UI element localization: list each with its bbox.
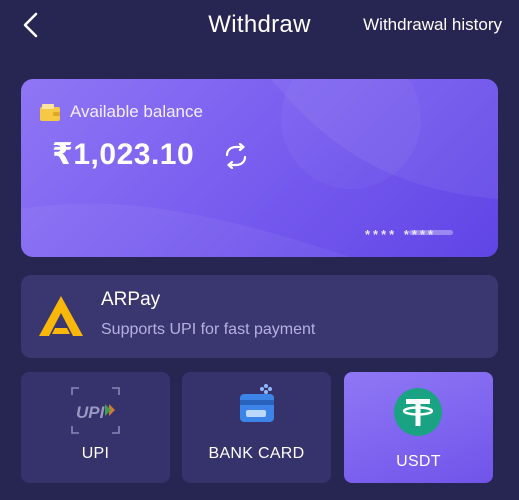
wallet-icon xyxy=(40,104,60,121)
header: Withdraw Withdrawal history xyxy=(0,0,519,52)
payment-method-arpay[interactable]: ARPay Supports UPI for fast payment xyxy=(21,275,498,358)
channel-label-usdt: USDT xyxy=(396,453,441,470)
balance-label: Available balance xyxy=(70,102,203,121)
arpay-logo-icon xyxy=(39,296,83,336)
payment-method-name: ARPay xyxy=(101,289,161,310)
withdrawal-history-link[interactable]: Withdrawal history xyxy=(363,15,502,35)
bank-card-icon xyxy=(240,384,274,422)
tether-icon xyxy=(394,388,442,436)
balance-card: Available balance ₹1,023.10 **** **** xyxy=(21,79,498,257)
masked-card-number: **** **** xyxy=(365,227,437,242)
channel-bank-card[interactable]: BANK CARD xyxy=(182,372,331,483)
refresh-icon[interactable] xyxy=(222,143,250,169)
payment-method-description: Supports UPI for fast payment xyxy=(101,321,316,338)
upi-icon: UPI xyxy=(71,387,120,434)
svg-text:UPI: UPI xyxy=(76,403,106,422)
channel-usdt[interactable]: USDT xyxy=(344,372,493,483)
balance-amount: ₹1,023.10 xyxy=(52,138,195,171)
channel-label-bank-card: BANK CARD xyxy=(208,445,305,462)
channel-upi[interactable]: UPI UPI xyxy=(21,372,170,483)
channel-label-upi: UPI xyxy=(81,445,110,462)
